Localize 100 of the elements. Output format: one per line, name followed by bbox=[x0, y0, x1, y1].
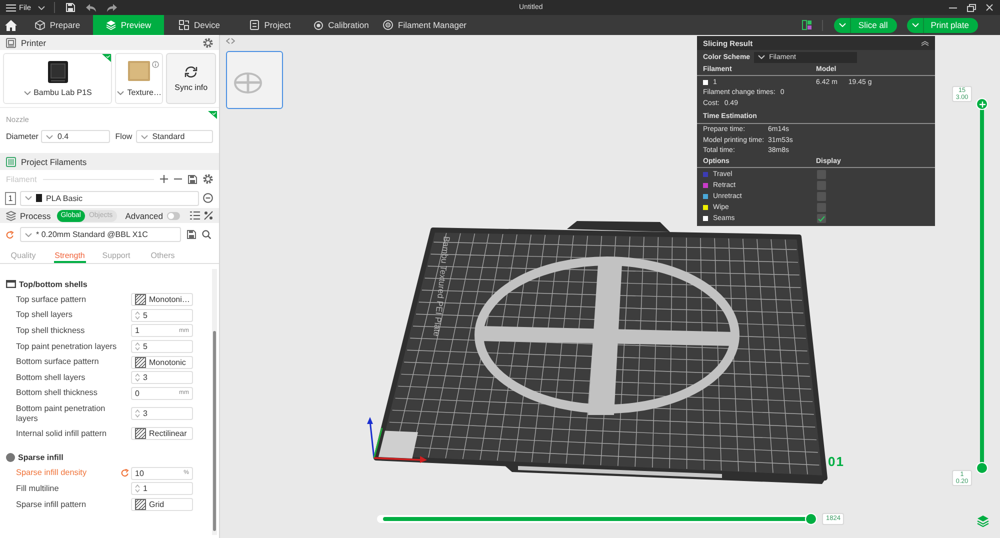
xyz-axes-icon bbox=[367, 417, 427, 463]
printer-selector[interactable]: Bambu Lab P1S bbox=[3, 53, 112, 104]
layers-icon bbox=[106, 20, 116, 30]
setting-label: Top surface pattern bbox=[16, 294, 88, 306]
advanced-label: Advanced bbox=[125, 210, 163, 220]
stepper-icon[interactable] bbox=[135, 484, 140, 494]
scrollbar-thumb[interactable] bbox=[213, 331, 216, 531]
save-icon[interactable] bbox=[187, 230, 196, 239]
pattern-select[interactable]: Monotoni… bbox=[131, 293, 193, 306]
plus-icon[interactable] bbox=[160, 175, 168, 183]
advanced-switch[interactable] bbox=[167, 212, 180, 220]
scrollbar[interactable] bbox=[212, 269, 217, 535]
section-title: Printer bbox=[21, 38, 46, 48]
filament-icon bbox=[6, 156, 16, 166]
expand-icon[interactable] bbox=[226, 38, 235, 44]
flow-select[interactable]: Standard bbox=[136, 130, 213, 143]
display-checkbox[interactable] bbox=[817, 181, 826, 190]
minimize-icon[interactable] bbox=[949, 6, 957, 8]
menu-icon[interactable] bbox=[6, 4, 16, 12]
material-select[interactable]: PLA Basic bbox=[20, 190, 199, 206]
printer-outline-icon bbox=[6, 38, 16, 48]
nav-tab[interactable]: Filament Manager bbox=[377, 15, 473, 35]
settings-icon[interactable] bbox=[203, 38, 213, 48]
layer-slider[interactable] bbox=[976, 98, 988, 474]
setting-label: Top shell layers bbox=[16, 309, 74, 322]
slot-number: 1 bbox=[5, 192, 16, 204]
stepper-icon[interactable] bbox=[135, 342, 140, 352]
setting-label: Bottom surface pattern bbox=[16, 356, 100, 368]
field-label: Diameter bbox=[6, 132, 38, 141]
number-field[interactable]: 3 bbox=[131, 407, 193, 420]
pattern-icon bbox=[135, 294, 146, 306]
group-title: Sparse infill bbox=[18, 453, 64, 462]
model-preview-icon bbox=[233, 71, 263, 95]
slider-thumb[interactable] bbox=[976, 98, 988, 110]
diameter-select[interactable]: 0.4 bbox=[41, 130, 110, 143]
pattern-select[interactable]: Grid bbox=[131, 498, 193, 512]
target-icon bbox=[314, 20, 324, 30]
slider-thumb[interactable] bbox=[805, 513, 817, 525]
minus-icon[interactable] bbox=[174, 178, 182, 180]
nav-tab[interactable]: Prepare bbox=[22, 15, 93, 35]
undo-icon[interactable] bbox=[86, 4, 96, 12]
collapse-icon[interactable] bbox=[921, 40, 929, 46]
move-slider[interactable] bbox=[377, 513, 817, 525]
nav-tab[interactable]: Project bbox=[235, 15, 306, 35]
save-icon[interactable] bbox=[188, 174, 197, 184]
caret-down-icon bbox=[141, 134, 148, 138]
reset-icon[interactable] bbox=[121, 469, 129, 478]
preset-select[interactable]: * 0.20mm Standard @BBL X1C bbox=[20, 227, 181, 242]
layers-icon[interactable] bbox=[977, 515, 989, 527]
process-icon bbox=[6, 210, 16, 220]
setting-label: Sparse infill pattern bbox=[16, 498, 88, 511]
section-title: Project Filaments bbox=[21, 156, 87, 166]
reset-icon[interactable] bbox=[6, 230, 14, 238]
bed-label: Bambu Textured PEI Plate bbox=[432, 236, 452, 337]
printer-icon bbox=[48, 61, 68, 83]
caret-down-icon bbox=[758, 55, 766, 59]
caret-down-icon bbox=[24, 90, 31, 94]
setting-label: Bottom shell layers bbox=[16, 372, 86, 384]
restore-icon[interactable] bbox=[967, 4, 976, 12]
display-checkbox[interactable] bbox=[817, 170, 826, 179]
display-checkbox[interactable] bbox=[817, 203, 826, 212]
close-icon[interactable] bbox=[986, 4, 993, 11]
caret-down-icon bbox=[25, 232, 32, 236]
info-icon[interactable] bbox=[152, 61, 160, 68]
caret-down-icon[interactable] bbox=[38, 6, 46, 10]
redo-icon[interactable] bbox=[107, 4, 118, 12]
setting-label: Internal solid infill pattern bbox=[16, 428, 108, 440]
nav-tab[interactable]: Calibration bbox=[306, 15, 377, 35]
spool-icon bbox=[383, 20, 393, 30]
number-field[interactable]: 1 bbox=[131, 482, 193, 496]
layout-icon[interactable] bbox=[802, 20, 812, 30]
settings-icon[interactable] bbox=[203, 174, 213, 184]
list-icon[interactable] bbox=[190, 211, 200, 220]
stepper-icon[interactable] bbox=[135, 310, 140, 320]
pattern-select[interactable]: Rectilinear bbox=[131, 427, 193, 440]
stepper-icon[interactable] bbox=[135, 409, 140, 418]
plate-selector[interactable]: Texture… bbox=[115, 53, 164, 104]
home-icon[interactable] bbox=[5, 20, 17, 30]
pattern-select[interactable]: Monotonic bbox=[131, 356, 193, 369]
setting-label: Fill multiline bbox=[16, 482, 60, 495]
display-checkbox[interactable] bbox=[817, 214, 826, 223]
setting-label: Top paint penetration layers bbox=[16, 340, 118, 353]
caret-down-icon bbox=[912, 23, 919, 27]
number-field[interactable]: 3 bbox=[131, 371, 193, 384]
number-field[interactable]: 5 bbox=[131, 340, 193, 354]
display-checkbox[interactable] bbox=[817, 192, 826, 201]
infill-icon bbox=[6, 453, 15, 462]
check-icon bbox=[818, 216, 825, 222]
caret-down-icon bbox=[25, 196, 32, 200]
percent-icon[interactable] bbox=[204, 211, 213, 220]
field-label: Flow bbox=[115, 132, 132, 141]
stepper-icon[interactable] bbox=[135, 373, 140, 382]
search-icon[interactable] bbox=[202, 230, 211, 239]
shell-icon bbox=[6, 280, 16, 288]
slider-thumb[interactable] bbox=[976, 462, 988, 474]
plate-thumbnail[interactable] bbox=[226, 51, 283, 109]
remove-icon[interactable] bbox=[203, 193, 213, 203]
nav-tab[interactable]: Device bbox=[164, 15, 235, 35]
sync-button[interactable]: Sync info bbox=[166, 53, 216, 104]
number-field[interactable]: 5 bbox=[131, 308, 193, 322]
